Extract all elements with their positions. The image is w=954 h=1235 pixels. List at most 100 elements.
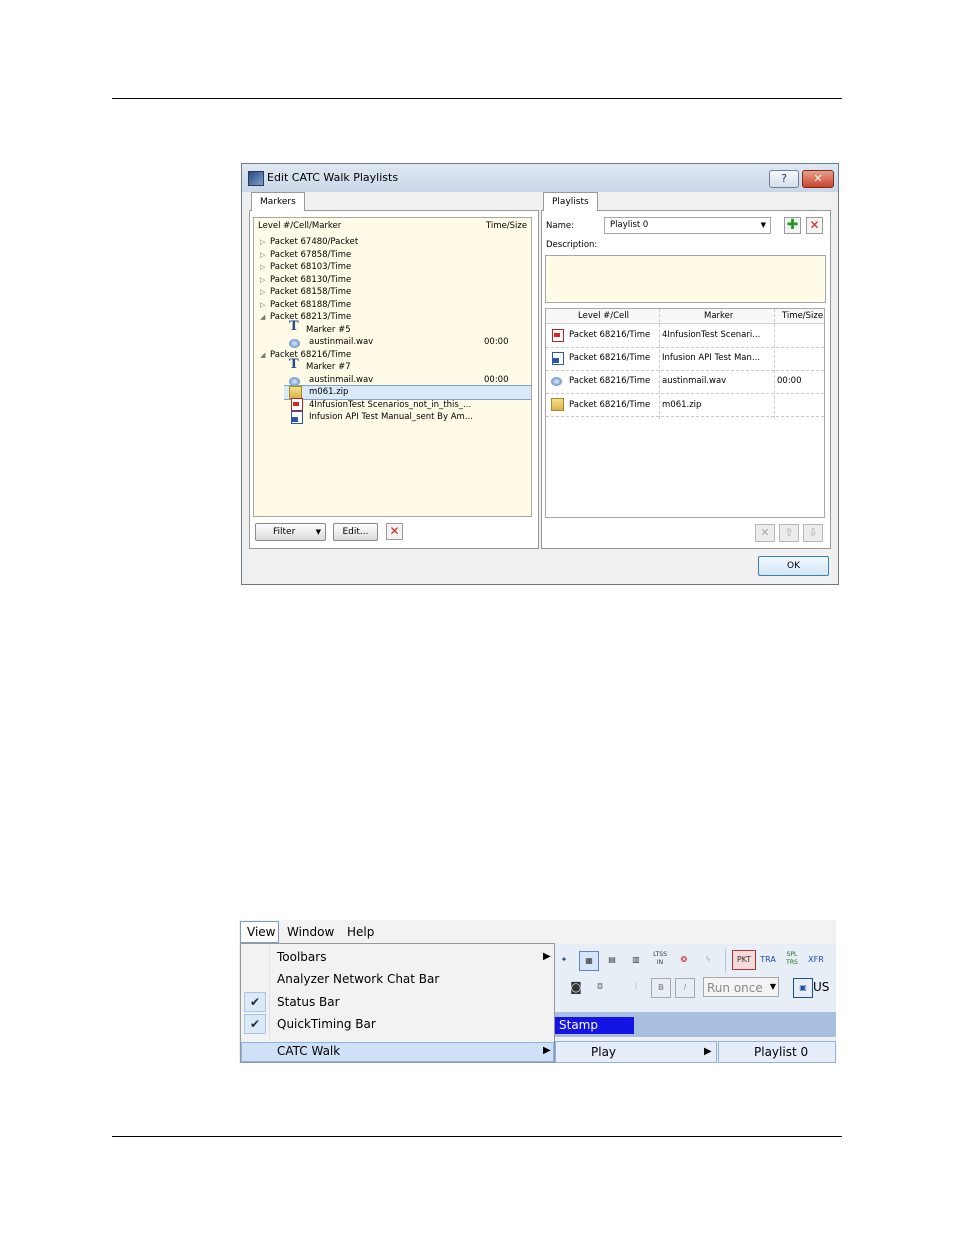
audio-icon [551, 377, 562, 386]
doc-icon [291, 411, 303, 424]
menu-item-toolbars[interactable]: Toolbars [277, 950, 326, 964]
text-marker-icon: T [289, 319, 299, 334]
tree-row[interactable]: ▷ Packet 68158/Time [260, 286, 351, 299]
tra-button[interactable]: TRA [759, 951, 777, 969]
star-icon[interactable]: ✦ [555, 951, 573, 969]
italic-icon[interactable]: I [675, 978, 695, 998]
us-icon[interactable]: ▣ [793, 978, 813, 998]
cell-level: Packet 68216/Time [569, 400, 651, 410]
submenu-playlist-0[interactable]: Playlist 0 [718, 1041, 836, 1063]
description-label: Description: [546, 240, 598, 250]
grid-row[interactable]: Packet 68216/Time Infusion API Test Man.… [546, 347, 824, 371]
help-button[interactable]: ? [769, 170, 799, 188]
cell-marker: 4InfusionTest Scenari... [662, 330, 761, 340]
run-mode-select[interactable]: Run once ▼ [703, 977, 779, 997]
cell-marker: Infusion API Test Man... [662, 353, 760, 363]
row-label: Packet 68103/Time [270, 262, 352, 272]
delete-marker-button[interactable]: ✕ [386, 523, 403, 540]
dropdown-arrow-icon: ▼ [315, 528, 321, 536]
add-playlist-button[interactable]: ✚ [784, 217, 801, 234]
tree-row[interactable]: ▷ Packet 68103/Time [260, 261, 351, 274]
lifebuoy-icon[interactable]: ❂ [675, 951, 693, 969]
expand-arrow-icon[interactable]: ▷ [260, 236, 270, 249]
menu-item-status-bar[interactable]: Status Bar [277, 995, 340, 1009]
dialog-titlebar: Edit CATC Walk Playlists ? ✕ [242, 164, 838, 192]
app-icon [248, 171, 264, 186]
cell-time: 00:00 [777, 376, 802, 386]
grid-row[interactable]: Packet 68216/Time 4InfusionTest Scenari.… [546, 324, 824, 348]
binoculars-icon[interactable]: ◙ [567, 978, 585, 996]
cell-marker: m061.zip [662, 400, 702, 410]
xfr-button[interactable]: XFR [807, 951, 825, 969]
tree-row[interactable]: Infusion API Test Manual_sent By Am... [309, 411, 473, 424]
menu-item-catc-walk[interactable]: CATC Walk [277, 1044, 340, 1058]
markers-panel: Level #/Cell/Marker Time/Size ▷ Packet 67… [249, 210, 539, 549]
bus-icon[interactable]: ▤ [603, 951, 621, 969]
tree-row[interactable]: austinmail.wav [309, 336, 373, 349]
cell-level: Packet 68216/Time [569, 376, 651, 386]
collapse-arrow-icon[interactable]: ◢ [260, 349, 270, 362]
submenu-arrow-icon: ▶ [543, 951, 551, 962]
bold-icon[interactable]: B [651, 978, 671, 998]
delete-playlist-button[interactable]: ✕ [806, 217, 823, 234]
move-up-button[interactable]: ⇧ [779, 524, 799, 542]
pkt-button[interactable]: PKT [732, 950, 756, 970]
grid-icon[interactable]: ▥ [627, 951, 645, 969]
row-label: Packet 67858/Time [270, 250, 352, 260]
description-field[interactable] [545, 255, 826, 303]
playlist-name-select[interactable]: Playlist 0 ▼ [604, 217, 771, 234]
markers-tree: Level #/Cell/Marker Time/Size ▷ Packet 67… [253, 217, 532, 517]
grid-row[interactable]: Packet 68216/Time austinmail.wav 00:00 [546, 370, 824, 394]
view-icon[interactable]: ▦ [579, 951, 599, 971]
lightning-icon[interactable]: ϟ [699, 951, 717, 969]
menu-view[interactable]: View [240, 921, 279, 943]
col-level-cell: Level #/Cell [578, 311, 630, 321]
run-mode-value: Run once [707, 981, 763, 995]
menu-item-chat-bar[interactable]: Analyzer Network Chat Bar [277, 972, 439, 986]
menu-item-quicktiming-bar[interactable]: QuickTiming Bar [277, 1017, 376, 1031]
submenu-play[interactable]: Play ▶ [555, 1041, 717, 1063]
menu-window[interactable]: Window [287, 925, 334, 939]
dialog-title: Edit CATC Walk Playlists [267, 171, 399, 184]
move-down-button[interactable]: ⇩ [803, 524, 823, 542]
pdf-icon [291, 398, 303, 411]
tab-playlists[interactable]: Playlists [543, 192, 598, 211]
tree-row-selected[interactable]: m061.zip [284, 385, 531, 400]
row-label: 4InfusionTest Scenarios_not_in_this_... [309, 400, 472, 410]
tab-markers[interactable]: Markers [251, 192, 305, 211]
tree-row[interactable]: ▷ Packet 67480/Packet [260, 236, 358, 249]
grid-row[interactable]: Packet 68216/Time m061.zip [546, 393, 824, 417]
text-marker-icon: T [289, 357, 299, 372]
remove-item-button[interactable]: ✕ [755, 524, 775, 542]
checkmark-icon: ✔ [244, 992, 266, 1012]
expand-arrow-icon[interactable]: ▷ [260, 261, 270, 274]
cell-marker: austinmail.wav [662, 376, 727, 386]
find-next-icon[interactable]: ◘ [591, 978, 609, 996]
tree-row[interactable]: Marker #7 [306, 361, 351, 374]
menu-help[interactable]: Help [347, 925, 374, 939]
row-label: Infusion API Test Manual_sent By Am... [309, 412, 473, 422]
edit-playlists-dialog: Edit CATC Walk Playlists ? ✕ Markers Lev… [241, 163, 839, 585]
dropdown-arrow-icon: ▼ [769, 982, 776, 991]
col-level-cell-marker: Level #/Cell/Marker [258, 221, 342, 231]
close-button[interactable]: ✕ [802, 170, 834, 188]
collapse-arrow-icon[interactable]: ◢ [260, 311, 270, 324]
submenu-play-label: Play [591, 1045, 617, 1059]
row-label: Packet 68158/Time [270, 287, 352, 297]
edit-button[interactable]: Edit... [333, 523, 378, 541]
stamp-column-header[interactable]: Stamp [555, 1017, 634, 1034]
tree-row[interactable]: ◢ Packet 68213/Time [260, 311, 351, 324]
playlist-name-value: Playlist 0 [610, 220, 649, 230]
expand-arrow-icon[interactable]: ▷ [260, 286, 270, 299]
submenu-arrow-icon: ▶ [704, 1046, 712, 1057]
traffic-light-icon[interactable]: ⁝ [627, 978, 645, 996]
playlist-grid: Level #/Cell Marker Time/Size Packet 682… [545, 308, 825, 518]
ok-button[interactable]: OK [758, 556, 829, 576]
spl-trs-button[interactable]: SPL TRS [783, 951, 801, 969]
submenu-arrow-icon: ▶ [543, 1045, 551, 1056]
ltss-icon[interactable]: LTSS IN [651, 951, 669, 969]
row-label: Packet 67480/Packet [270, 237, 359, 247]
row-label: Packet 68216/Time [270, 350, 352, 360]
filter-button[interactable]: Filter ▼ [255, 523, 326, 541]
cell-level: Packet 68216/Time [569, 330, 651, 340]
